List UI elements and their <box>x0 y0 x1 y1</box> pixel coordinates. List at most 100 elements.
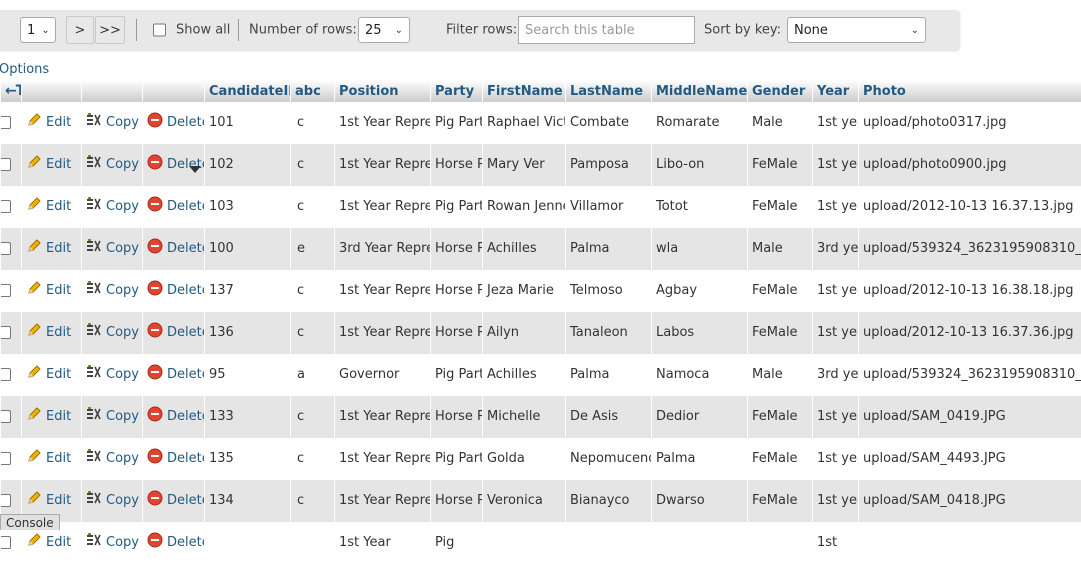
gender-cell[interactable] <box>748 522 813 564</box>
party-cell[interactable]: Horse Party <box>431 144 483 186</box>
abc-cell[interactable]: c <box>291 312 335 354</box>
middlename-cell[interactable]: Labos <box>652 312 748 354</box>
row-checkbox[interactable] <box>1 536 12 549</box>
delete-button[interactable]: Delete <box>147 280 205 303</box>
photo-cell[interactable] <box>859 522 1081 564</box>
column-header-middlename[interactable]: MiddleName <box>652 80 748 102</box>
candidateid-cell[interactable]: 95 <box>205 354 291 396</box>
edit-button[interactable]: Edit <box>26 154 71 177</box>
row-checkbox[interactable] <box>1 494 12 507</box>
copy-button[interactable]: Copy <box>86 322 139 345</box>
row-checkbox[interactable] <box>1 452 12 465</box>
options-link[interactable]: Options <box>0 62 49 77</box>
column-mover-header[interactable]: ←T→ <box>1 80 22 102</box>
last-page-button[interactable]: >> <box>95 16 125 44</box>
gender-cell[interactable]: Male <box>748 354 813 396</box>
edit-button[interactable]: Edit <box>26 322 71 345</box>
photo-cell[interactable]: upload/SAM_4493.JPG <box>859 438 1081 480</box>
delete-button[interactable]: Delete <box>147 532 205 555</box>
year-cell[interactable]: 1st year <box>813 270 859 312</box>
abc-cell[interactable]: c <box>291 270 335 312</box>
copy-button[interactable]: Copy <box>86 280 139 303</box>
position-cell[interactable]: 1st Year Representative <box>335 186 431 228</box>
edit-button[interactable]: Edit <box>26 406 71 429</box>
abc-cell[interactable]: c <box>291 144 335 186</box>
party-cell[interactable]: Pig Party <box>431 354 483 396</box>
row-checkbox[interactable] <box>1 284 12 297</box>
year-cell[interactable]: 1st year <box>813 186 859 228</box>
row-checkbox[interactable] <box>1 200 12 213</box>
copy-button[interactable]: Copy <box>86 490 139 513</box>
delete-button[interactable]: Delete <box>147 112 205 135</box>
column-header-year[interactable]: Year <box>813 80 859 102</box>
abc-cell[interactable]: e <box>291 228 335 270</box>
row-checkbox[interactable] <box>1 242 12 255</box>
photo-cell[interactable]: upload/SAM_0419.JPG <box>859 396 1081 438</box>
delete-button[interactable]: Delete <box>147 238 205 261</box>
copy-button[interactable]: Copy <box>86 154 139 177</box>
candidateid-cell[interactable]: 103 <box>205 186 291 228</box>
edit-button[interactable]: Edit <box>26 280 71 303</box>
delete-button[interactable]: Delete <box>147 196 205 219</box>
year-cell[interactable]: 1st year <box>813 480 859 522</box>
firstname-cell[interactable]: Ailyn <box>483 312 566 354</box>
party-cell[interactable]: Horse Party <box>431 228 483 270</box>
delete-button[interactable]: Delete <box>147 448 205 471</box>
year-cell[interactable]: 1st <box>813 522 859 564</box>
sort-by-key-select[interactable]: None ⌄ <box>787 17 926 43</box>
lastname-cell[interactable]: Palma <box>566 228 652 270</box>
abc-cell[interactable] <box>291 522 335 564</box>
abc-cell[interactable]: c <box>291 186 335 228</box>
position-cell[interactable]: 1st Year <box>335 522 431 564</box>
candidateid-cell[interactable]: 135 <box>205 438 291 480</box>
abc-cell[interactable]: c <box>291 102 335 144</box>
firstname-cell[interactable]: Achilles <box>483 228 566 270</box>
delete-button[interactable]: Delete <box>147 322 205 345</box>
column-mover-icon[interactable]: ←T→ <box>5 83 22 99</box>
party-cell[interactable]: Horse Party <box>431 270 483 312</box>
position-cell[interactable]: 3rd Year Representative <box>335 228 431 270</box>
position-cell[interactable]: 1st Year Representative <box>335 312 431 354</box>
lastname-cell[interactable]: De Asis <box>566 396 652 438</box>
gender-cell[interactable]: Male <box>748 228 813 270</box>
firstname-cell[interactable]: Mary Ver <box>483 144 566 186</box>
photo-cell[interactable]: upload/2012-10-13 16.38.18.jpg <box>859 270 1081 312</box>
firstname-cell[interactable]: Jeza Marie <box>483 270 566 312</box>
middlename-cell[interactable] <box>652 522 748 564</box>
edit-button[interactable]: Edit <box>26 364 71 387</box>
filter-rows-input[interactable]: Search this table <box>518 16 695 44</box>
firstname-cell[interactable]: Achilles <box>483 354 566 396</box>
gender-cell[interactable]: FeMale <box>748 312 813 354</box>
candidateid-cell[interactable]: 102 <box>205 144 291 186</box>
edit-button[interactable]: Edit <box>26 448 71 471</box>
year-cell[interactable]: 1st year <box>813 144 859 186</box>
column-header-candidateid[interactable]: CandidateID <box>205 80 291 102</box>
candidateid-cell[interactable] <box>205 522 291 564</box>
abc-cell[interactable]: a <box>291 354 335 396</box>
copy-button[interactable]: Copy <box>86 532 139 555</box>
edit-button[interactable]: Edit <box>26 532 71 555</box>
gender-cell[interactable]: FeMale <box>748 186 813 228</box>
middlename-cell[interactable]: wla <box>652 228 748 270</box>
candidateid-cell[interactable]: 134 <box>205 480 291 522</box>
column-header-photo[interactable]: Photo <box>859 80 1081 102</box>
lastname-cell[interactable]: Pamposa <box>566 144 652 186</box>
position-cell[interactable]: 1st Year Representative <box>335 480 431 522</box>
photo-cell[interactable]: upload/photo0900.jpg <box>859 144 1081 186</box>
console-tab[interactable]: Console <box>0 514 60 530</box>
photo-cell[interactable]: upload/photo0317.jpg <box>859 102 1081 144</box>
lastname-cell[interactable]: Villamor <box>566 186 652 228</box>
copy-button[interactable]: Copy <box>86 364 139 387</box>
party-cell[interactable]: Pig <box>431 522 483 564</box>
firstname-cell[interactable] <box>483 522 566 564</box>
year-cell[interactable]: 3rd year <box>813 354 859 396</box>
photo-cell[interactable]: upload/539324_3623195908310_9330 <box>859 354 1081 396</box>
row-checkbox[interactable] <box>1 410 12 423</box>
abc-cell[interactable]: c <box>291 480 335 522</box>
next-page-button[interactable]: > <box>66 16 94 44</box>
position-cell[interactable]: 1st Year Representative <box>335 102 431 144</box>
abc-cell[interactable]: c <box>291 438 335 480</box>
gender-cell[interactable]: FeMale <box>748 438 813 480</box>
firstname-cell[interactable]: Michelle <box>483 396 566 438</box>
party-cell[interactable]: Horse Party <box>431 312 483 354</box>
